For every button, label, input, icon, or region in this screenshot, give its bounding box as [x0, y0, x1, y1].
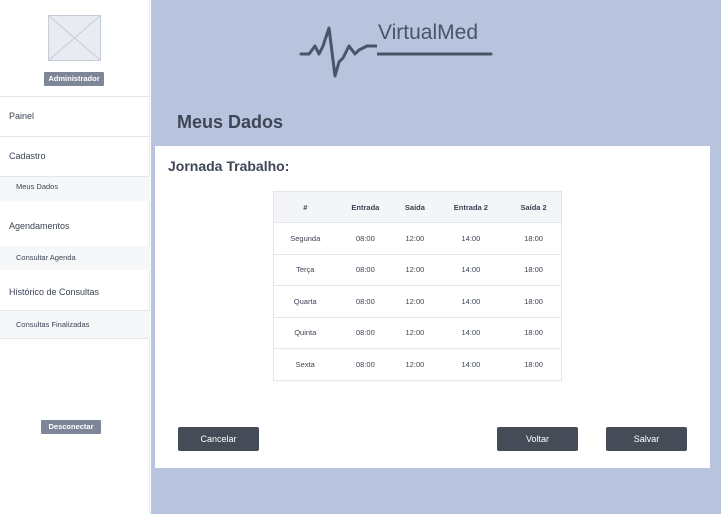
divider: [0, 96, 150, 97]
table-cell: 14:00: [435, 317, 507, 349]
table-row: Sexta 08:00 12:00 14:00 18:00: [273, 348, 562, 381]
table-row: Segunda 08:00 12:00 14:00 18:00: [273, 222, 562, 255]
table-cell: 08:00: [336, 348, 395, 381]
column-header: Entrada 2: [435, 191, 507, 223]
column-header: #: [273, 191, 337, 223]
table-cell: 08:00: [336, 317, 395, 349]
table-cell: 14:00: [435, 285, 507, 318]
table-cell: Sexta: [273, 348, 337, 381]
divider: [0, 136, 150, 137]
sidebar-item-cadastro[interactable]: Cadastro: [0, 151, 150, 161]
table-cell: 12:00: [394, 285, 436, 318]
column-header: Saída: [394, 191, 436, 223]
table-cell: 08:00: [336, 222, 395, 255]
table-cell: Quarta: [273, 285, 337, 318]
table-cell: 12:00: [394, 222, 436, 255]
sidebar-item-painel[interactable]: Painel: [0, 111, 150, 121]
column-header: Entrada: [336, 191, 395, 223]
table-row: Quinta 08:00 12:00 14:00 18:00: [273, 317, 562, 349]
table-cell: 12:00: [394, 348, 436, 381]
sidebar-item-agendamentos[interactable]: Agendamentos: [0, 221, 150, 231]
table-cell: Terça: [273, 254, 337, 286]
main-area: VirtualMed Meus Dados Jornada Trabalho: …: [151, 0, 721, 514]
cancel-button[interactable]: Cancelar: [178, 427, 259, 451]
heartbeat-logo-icon: [299, 26, 377, 78]
logout-button[interactable]: Desconectar: [41, 420, 101, 434]
table-cell: 08:00: [336, 254, 395, 286]
page-title: Meus Dados: [177, 112, 284, 132]
table-row: Terça 08:00 12:00 14:00 18:00: [273, 254, 562, 286]
sidebar: Administrador Painel Cadastro Meus Dados…: [0, 0, 150, 514]
avatar: [48, 15, 101, 61]
table-cell: 18:00: [506, 348, 562, 381]
table-cell: 08:00: [336, 285, 395, 318]
table-cell: Segunda: [273, 222, 337, 255]
section-title: Jornada Trabalho:: [168, 158, 290, 174]
table-cell: 14:00: [435, 222, 507, 255]
sidebar-item-historico[interactable]: Histórico de Consultas: [0, 287, 150, 297]
sidebar-item-consultas-finalizadas[interactable]: Consultas Finalizadas: [0, 311, 150, 338]
sidebar-item-consultar-agenda[interactable]: Consultar Agenda: [0, 246, 150, 270]
logo-underline: [377, 52, 493, 56]
table-cell: 12:00: [394, 254, 436, 286]
table-cell: Quinta: [273, 317, 337, 349]
content-panel: Jornada Trabalho: # Entrada Saída Entrad…: [155, 146, 710, 468]
table-row: Quarta 08:00 12:00 14:00 18:00: [273, 285, 562, 318]
back-button[interactable]: Voltar: [497, 427, 578, 451]
schedule-table: # Entrada Saída Entrada 2 Saída 2 Segund…: [273, 191, 562, 381]
table-cell: 18:00: [506, 285, 562, 318]
save-button[interactable]: Salvar: [606, 427, 687, 451]
sidebar-item-meus-dados[interactable]: Meus Dados: [0, 177, 150, 201]
role-badge: Administrador: [44, 72, 104, 86]
table-cell: 12:00: [394, 317, 436, 349]
table-header-row: # Entrada Saída Entrada 2 Saída 2: [273, 191, 562, 223]
table-cell: 14:00: [435, 254, 507, 286]
column-header: Saída 2: [506, 191, 562, 223]
table-cell: 14:00: [435, 348, 507, 381]
divider: [0, 338, 150, 339]
table-cell: 18:00: [506, 222, 562, 255]
table-cell: 18:00: [506, 254, 562, 286]
table-cell: 18:00: [506, 317, 562, 349]
brand-name: VirtualMed: [378, 21, 478, 44]
